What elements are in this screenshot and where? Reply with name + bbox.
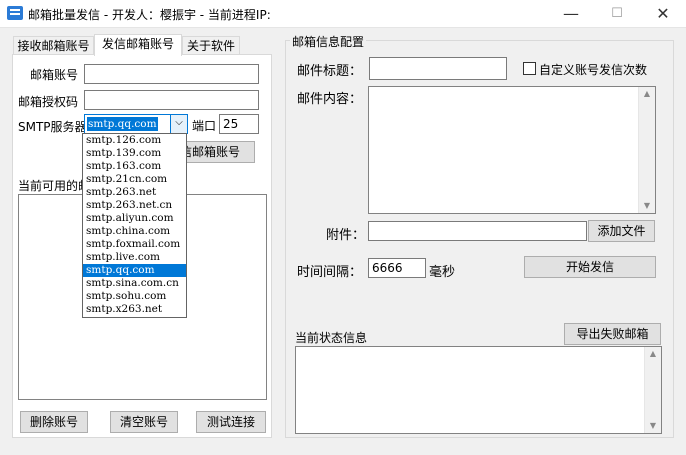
smtp-option[interactable]: smtp.163.com (83, 160, 186, 173)
maximize-button[interactable]: ☐ (594, 0, 640, 28)
auth-code-input[interactable] (84, 90, 259, 110)
email-account-input[interactable] (84, 64, 259, 84)
attachment-input[interactable] (368, 221, 587, 241)
email-account-label: 邮箱账号 (30, 68, 79, 82)
scroll-up-icon[interactable]: ▲ (645, 348, 661, 360)
chevron-down-icon[interactable]: ⌵ (170, 115, 187, 133)
available-accounts-label: 当前可用的邮 (18, 179, 91, 193)
status-scrollbar[interactable]: ▲ ▼ (644, 347, 661, 433)
smtp-option[interactable]: smtp.139.com (83, 147, 186, 160)
smtp-option[interactable]: smtp.sina.com.cn (83, 277, 186, 290)
interval-label: 时间间隔： (297, 265, 363, 280)
smtp-selected-value: smtp.qq.com (87, 117, 158, 131)
status-label: 当前状态信息 (295, 331, 368, 345)
interval-input[interactable]: 6666 (368, 258, 426, 278)
content-label: 邮件内容： (297, 92, 363, 107)
status-textarea[interactable]: ▲ ▼ (295, 346, 662, 434)
add-file-button[interactable]: 添加文件 (588, 220, 655, 242)
delete-account-button[interactable]: 删除账号 (20, 411, 88, 433)
minimize-button[interactable]: — (548, 0, 594, 28)
smtp-option[interactable]: smtp.263.net.cn (83, 199, 186, 212)
subject-input[interactable] (369, 57, 507, 80)
smtp-option[interactable]: smtp.263.net (83, 186, 186, 199)
smtp-option[interactable]: smtp.21cn.com (83, 173, 186, 186)
clear-accounts-button[interactable]: 清空账号 (110, 411, 178, 433)
smtp-server-label: SMTP服务器 (18, 120, 87, 134)
email-config-title: 邮箱信息配置 (290, 33, 367, 50)
export-failed-button[interactable]: 导出失败邮箱 (564, 323, 661, 345)
smtp-option[interactable]: smtp.126.com (83, 134, 186, 147)
close-button[interactable]: ✕ (640, 0, 686, 28)
smtp-option[interactable]: smtp.qq.com (83, 264, 186, 277)
subject-label: 邮件标题： (297, 64, 363, 79)
smtp-option[interactable]: smtp.live.com (83, 251, 186, 264)
window-title: 邮箱批量发信 - 开发人：樱振宇 - 当前进程IP: (28, 8, 271, 22)
scroll-down-icon[interactable]: ▼ (639, 200, 655, 212)
smtp-option[interactable]: smtp.x263.net (83, 303, 186, 316)
smtp-option[interactable]: smtp.sohu.com (83, 290, 186, 303)
scroll-down-icon[interactable]: ▼ (645, 420, 661, 432)
title-bar: 邮箱批量发信 - 开发人：樱振宇 - 当前进程IP: — ☐ ✕ (0, 0, 686, 28)
tab-receive-accounts[interactable]: 接收邮箱账号 (13, 36, 94, 55)
smtp-dropdown-list[interactable]: smtp.126.com smtp.139.com smtp.163.com smtp… (82, 133, 187, 318)
smtp-option[interactable]: smtp.aliyun.com (83, 212, 186, 225)
auth-code-label: 邮箱授权码 (18, 95, 79, 109)
content-scrollbar[interactable]: ▲ ▼ (638, 87, 655, 213)
app-icon (7, 6, 23, 20)
custom-count-label: 自定义账号发信次数 (539, 63, 648, 77)
smtp-option[interactable]: smtp.foxmail.com (83, 238, 186, 251)
port-label: 端口 (192, 119, 217, 133)
start-send-button[interactable]: 开始发信 (524, 256, 656, 278)
attachment-label: 附件： (326, 228, 366, 243)
smtp-option[interactable]: smtp.china.com (83, 225, 186, 238)
test-connection-button[interactable]: 测试连接 (196, 411, 266, 433)
smtp-server-select[interactable]: smtp.qq.com ⌵ (84, 114, 188, 134)
port-input[interactable]: 25 (219, 114, 259, 134)
interval-unit: 毫秒 (429, 265, 456, 280)
custom-count-checkbox[interactable] (523, 62, 536, 75)
tab-send-accounts[interactable]: 发信邮箱账号 (94, 34, 182, 56)
tab-about[interactable]: 关于软件 (182, 36, 240, 55)
content-textarea[interactable]: ▲ ▼ (368, 86, 656, 214)
scroll-up-icon[interactable]: ▲ (639, 88, 655, 100)
